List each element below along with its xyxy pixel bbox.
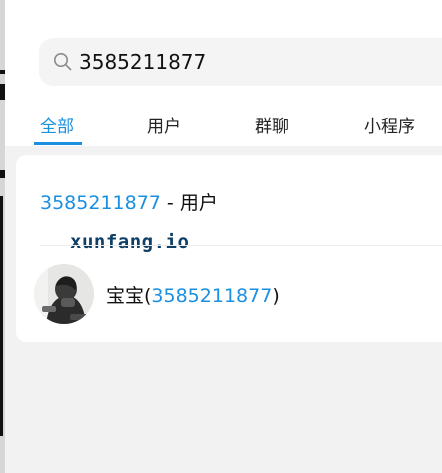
search-icon [54, 53, 72, 71]
results-card: 3585211877 - 用户 xunfang.io 宝宝(3585211877… [16, 155, 442, 342]
section-title: 3585211877 - 用户 [40, 188, 218, 215]
result-name-query: 3585211877 [151, 285, 273, 307]
tab-users[interactable]: 用户 [147, 112, 181, 137]
section-type: 用户 [179, 192, 218, 214]
tab-all[interactable]: 全部 [40, 112, 74, 137]
tab-mini-programs[interactable]: 小程序 [364, 112, 415, 137]
watermark: xunfang.io [70, 231, 190, 253]
result-name: 宝宝(3585211877) [106, 281, 280, 308]
search-input[interactable] [79, 48, 439, 76]
edge-mark [0, 170, 5, 178]
user-result-row[interactable]: 宝宝(3585211877) [16, 255, 442, 335]
avatar-photo [34, 264, 94, 324]
divider [40, 245, 442, 246]
result-name-suffix: ) [272, 285, 280, 307]
avatar [34, 264, 94, 324]
section-query: 3585211877 [40, 192, 161, 214]
result-name-prefix: 宝宝( [106, 285, 152, 307]
section-separator: - [160, 192, 180, 214]
edge-mark [0, 196, 3, 436]
search-bar[interactable] [39, 38, 442, 86]
result-tabs: 全部 用户 群聊 小程序 [0, 104, 442, 145]
tab-groups[interactable]: 群聊 [255, 112, 289, 137]
active-tab-indicator [34, 142, 82, 145]
